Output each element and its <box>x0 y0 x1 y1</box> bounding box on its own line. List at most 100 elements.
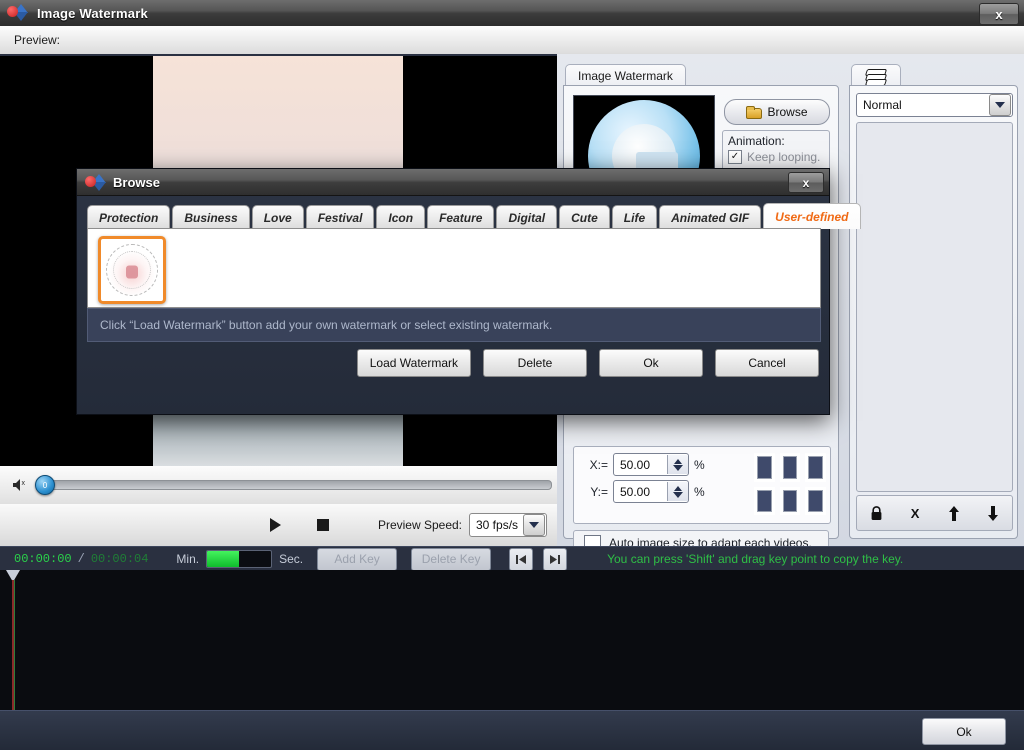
y-spinner[interactable]: 50.00 <box>613 480 689 503</box>
preview-speed-value: 30 fps/s <box>470 518 523 532</box>
delete-button[interactable]: Delete <box>483 349 587 377</box>
image-watermark-window: Image Watermark x Preview: x 0 <box>0 0 1024 695</box>
browse-dialog-tabs: Protection Business Love Festival Icon F… <box>87 205 819 229</box>
ok-button[interactable]: Ok <box>599 349 703 377</box>
position-preset-cell[interactable] <box>805 453 826 482</box>
tab-feature[interactable]: Feature <box>427 205 494 229</box>
speaker-mute-icon[interactable]: x <box>10 476 30 494</box>
delete-key-button[interactable]: Delete Key <box>411 548 491 571</box>
zoom-range-slider[interactable] <box>206 550 272 568</box>
layer-toolbar: X <box>856 495 1013 531</box>
layer-list[interactable] <box>856 122 1013 492</box>
preview-label: Preview: <box>14 33 60 47</box>
y-percent-label: % <box>694 485 705 499</box>
stop-button[interactable] <box>310 513 336 537</box>
tab-life[interactable]: Life <box>612 205 657 229</box>
tab-image-watermark[interactable]: Image Watermark <box>565 64 686 87</box>
tab-animated-gif[interactable]: Animated GIF <box>659 205 761 229</box>
transport-bar: Preview Speed: 30 fps/s <box>0 504 557 547</box>
browse-button-label: Browse <box>767 105 807 119</box>
sec-label: Sec. <box>279 552 303 566</box>
window-title: Image Watermark <box>37 6 148 21</box>
position-preset-cell[interactable] <box>754 453 775 482</box>
position-preset-cell[interactable] <box>780 487 801 516</box>
y-label: Y:= <box>582 485 608 499</box>
keep-looping-row[interactable]: ✓ Keep looping. <box>728 150 824 164</box>
volume-bar: x 0 <box>0 466 557 505</box>
app-logo-icon <box>85 173 105 191</box>
move-down-icon[interactable] <box>980 501 1006 525</box>
browse-dialog-close-button[interactable]: x <box>788 172 824 193</box>
preview-speed-select[interactable]: 30 fps/s <box>469 513 547 537</box>
y-position-row: Y:= 50.00 % <box>582 480 705 503</box>
x-position-row: X:= 50.00 % <box>582 453 705 476</box>
user-watermark-seal <box>106 244 158 296</box>
total-time: 00:00:04 <box>91 552 149 566</box>
tab-layers[interactable] <box>851 64 901 87</box>
stop-icon <box>317 519 329 531</box>
x-value: 50.00 <box>614 458 667 472</box>
add-key-button[interactable]: Add Key <box>317 548 397 571</box>
position-group: X:= 50.00 % Y:= 50.00 % <box>573 446 831 524</box>
position-preset-cell[interactable] <box>754 487 775 516</box>
watermark-gallery[interactable] <box>87 228 821 308</box>
preview-top-edge <box>0 54 557 56</box>
time-separator: / <box>78 552 85 566</box>
position-preset-cell[interactable] <box>780 453 801 482</box>
browse-dialog-title-bar: Browse x <box>77 169 829 196</box>
tab-love[interactable]: Love <box>252 205 304 229</box>
browse-dialog: Browse x Protection Business Love Festiv… <box>76 168 830 415</box>
current-time: 00:00:00 <box>14 552 72 566</box>
browse-button[interactable]: Browse <box>724 99 830 125</box>
x-stepper-arrows[interactable] <box>667 455 688 474</box>
window-title-bar: Image Watermark x <box>0 0 1024 27</box>
play-icon <box>270 518 281 532</box>
tab-user-defined[interactable]: User-defined <box>763 203 860 229</box>
footer-ok-button[interactable]: Ok <box>922 718 1006 745</box>
load-watermark-button[interactable]: Load Watermark <box>357 349 471 377</box>
skip-next-icon[interactable] <box>543 548 567 571</box>
x-percent-label: % <box>694 458 705 472</box>
folder-open-icon <box>746 106 761 118</box>
tab-digital[interactable]: Digital <box>496 205 557 229</box>
chevron-down-icon[interactable] <box>989 94 1011 116</box>
x-label: X:= <box>582 458 608 472</box>
tab-icon[interactable]: Icon <box>376 205 425 229</box>
skip-previous-icon[interactable] <box>509 548 533 571</box>
tab-festival[interactable]: Festival <box>306 205 375 229</box>
footer-bar: Ok <box>0 710 1024 750</box>
blend-mode-select[interactable]: Normal <box>856 93 1013 117</box>
tab-image-watermark-label: Image Watermark <box>578 69 673 83</box>
tab-business[interactable]: Business <box>172 205 249 229</box>
shift-drag-tip: You can press 'Shift' and drag key point… <box>607 552 903 566</box>
animation-group: Animation: ✓ Keep looping. <box>722 130 830 172</box>
play-button[interactable] <box>262 513 288 537</box>
cancel-button[interactable]: Cancel <box>715 349 819 377</box>
tab-cute[interactable]: Cute <box>559 205 610 229</box>
app-logo-icon <box>7 3 29 23</box>
watermark-gallery-item[interactable] <box>98 236 166 304</box>
timeline-status-bar: 00:00:00 / 00:00:04 Min. Sec. Add Key De… <box>0 546 1024 572</box>
tab-protection[interactable]: Protection <box>87 205 170 229</box>
move-up-icon[interactable] <box>941 501 967 525</box>
delete-icon[interactable]: X <box>902 501 928 525</box>
keep-looping-checkbox[interactable]: ✓ <box>728 150 742 164</box>
y-value: 50.00 <box>614 485 667 499</box>
browse-dialog-message: Click “Load Watermark” button add your o… <box>100 318 552 332</box>
browse-dialog-actions: Load Watermark Delete Ok Cancel <box>87 348 819 378</box>
min-label: Min. <box>176 552 199 566</box>
browse-dialog-title: Browse <box>113 175 160 190</box>
timeline-track-area[interactable] <box>0 570 1024 710</box>
volume-slider-knob[interactable]: 0 <box>35 475 55 495</box>
x-spinner[interactable]: 50.00 <box>613 453 689 476</box>
preview-label-bar: Preview: <box>0 26 1024 55</box>
window-close-button[interactable]: x <box>979 3 1019 25</box>
y-stepper-arrows[interactable] <box>667 482 688 501</box>
position-preset-cell[interactable] <box>805 487 826 516</box>
lock-icon[interactable] <box>863 501 889 525</box>
position-preset-grid <box>754 453 826 515</box>
timeline-playhead[interactable] <box>6 570 20 710</box>
volume-slider[interactable]: 0 <box>38 480 552 490</box>
chevron-down-icon[interactable] <box>523 514 545 536</box>
layers-stack-icon <box>866 69 886 84</box>
